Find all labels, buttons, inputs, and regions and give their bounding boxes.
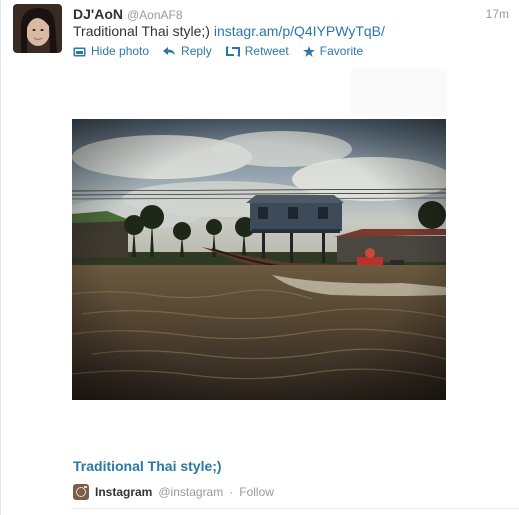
source-separator: · xyxy=(229,485,234,499)
card-title[interactable]: Traditional Thai style;) xyxy=(73,458,222,474)
retweet-label: Retweet xyxy=(244,44,289,58)
photo-icon xyxy=(73,46,86,57)
favorite-label: Favorite xyxy=(319,44,364,58)
hide-photo-label: Hide photo xyxy=(91,44,150,58)
favorite-button[interactable]: Favorite xyxy=(302,44,364,58)
author-fullname[interactable]: DJ'AoN xyxy=(73,6,123,22)
star-icon xyxy=(302,45,315,57)
author-username[interactable]: @AonAF8 xyxy=(127,8,183,22)
hide-photo-button[interactable]: Hide photo xyxy=(73,44,149,58)
avatar[interactable] xyxy=(13,4,62,53)
reply-icon xyxy=(163,46,176,57)
tweet-timestamp[interactable]: 17m xyxy=(486,7,509,21)
tweet-link[interactable]: instagr.am/p/Q4IYPWyTqB/ xyxy=(214,23,385,39)
avatar-image xyxy=(13,4,62,53)
instagram-icon[interactable] xyxy=(73,484,89,500)
reply-button[interactable]: Reply xyxy=(163,44,212,58)
divider xyxy=(72,508,519,509)
tweet-header: DJ'AoN @AonAF8 17m xyxy=(73,6,509,24)
photo-shadow xyxy=(351,68,447,116)
tweet-text-body: Traditional Thai style;) xyxy=(73,23,210,39)
follow-button[interactable]: Follow xyxy=(239,485,274,499)
tweet-text: Traditional Thai style;) instagr.am/p/Q4… xyxy=(73,23,385,39)
reply-label: Reply xyxy=(181,44,212,58)
tweet-frame: DJ'AoN @AonAF8 17m Traditional Thai style… xyxy=(0,0,519,515)
source-name[interactable]: Instagram xyxy=(95,485,152,499)
tweet-actions: Hide photo Reply Retweet Favorite xyxy=(73,44,363,58)
retweet-icon xyxy=(225,45,240,57)
tweet-photo[interactable] xyxy=(72,119,446,400)
media-source: Instagram @instagram · Follow xyxy=(73,484,274,500)
photo-image xyxy=(72,119,446,400)
retweet-button[interactable]: Retweet xyxy=(225,44,289,58)
source-handle[interactable]: @instagram xyxy=(158,485,223,499)
